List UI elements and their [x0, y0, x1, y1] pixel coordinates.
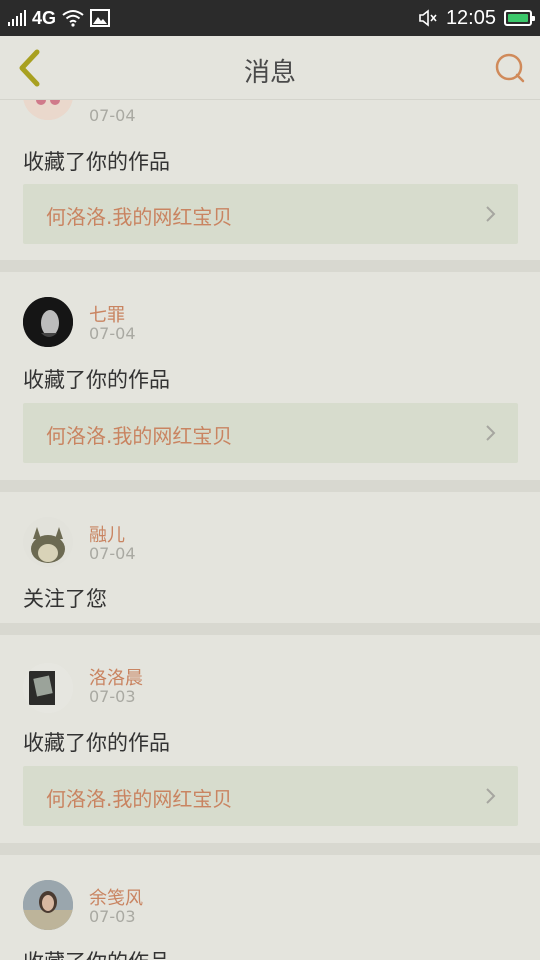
avatar[interactable]	[23, 663, 73, 713]
message-action: 关注了您	[23, 587, 107, 611]
list-item[interactable]: 七罪 07-04 收藏了你的作品 何洛洛.我的网红宝贝	[0, 272, 540, 480]
message-date: 07-03	[89, 907, 136, 926]
list-item[interactable]: 融儿 07-04 关注了您	[0, 492, 540, 623]
work-title: 何洛洛.我的网红宝贝	[46, 424, 233, 448]
mute-icon	[419, 9, 437, 27]
wifi-icon	[62, 10, 84, 27]
clock: 12:05	[445, 6, 496, 29]
message-action: 收藏了你的作品	[23, 368, 170, 392]
network-type: 4G	[32, 7, 57, 28]
message-action: 收藏了你的作品	[23, 150, 170, 174]
list-item[interactable]: 余笺风 07-03 收藏了你的作品	[0, 855, 540, 960]
chevron-right-icon	[486, 788, 496, 804]
work-link[interactable]: 何洛洛.我的网红宝贝	[23, 184, 518, 244]
status-bar: 4G 12:05	[0, 0, 540, 36]
message-date: 07-04	[89, 324, 136, 343]
work-title: 何洛洛.我的网红宝贝	[46, 787, 233, 811]
message-date: 07-04	[89, 544, 136, 563]
work-link[interactable]: 何洛洛.我的网红宝贝	[23, 766, 518, 826]
message-date: 07-03	[89, 687, 136, 706]
list-item[interactable]: 07-04 收藏了你的作品 何洛洛.我的网红宝贝	[0, 100, 540, 260]
nav-header: 消息	[0, 36, 540, 100]
avatar[interactable]	[23, 100, 73, 120]
message-list[interactable]: 07-04 收藏了你的作品 何洛洛.我的网红宝贝 七罪 07-04 收藏了你的作…	[0, 100, 540, 960]
message-action: 收藏了你的作品	[23, 731, 170, 755]
chevron-right-icon	[486, 206, 496, 222]
list-item[interactable]: 洛洛晨 07-03 收藏了你的作品 何洛洛.我的网红宝贝	[0, 635, 540, 843]
status-right: 12:05	[418, 0, 535, 36]
chevron-right-icon	[486, 425, 496, 441]
avatar[interactable]	[23, 517, 73, 567]
search-icon[interactable]	[492, 50, 528, 86]
image-notification-icon	[90, 9, 111, 27]
work-link[interactable]: 何洛洛.我的网红宝贝	[23, 403, 518, 463]
signal-icon	[8, 10, 26, 26]
work-title: 何洛洛.我的网红宝贝	[46, 205, 233, 229]
divider	[0, 260, 540, 272]
avatar[interactable]	[23, 297, 73, 347]
page-title: 消息	[243, 58, 296, 88]
battery-icon	[504, 10, 535, 26]
message-date: 07-04	[89, 106, 136, 125]
divider	[0, 480, 540, 492]
status-left: 4G	[8, 0, 111, 36]
message-action: 收藏了你的作品	[23, 946, 170, 960]
divider	[0, 843, 540, 855]
avatar[interactable]	[23, 880, 73, 930]
divider	[0, 623, 540, 635]
